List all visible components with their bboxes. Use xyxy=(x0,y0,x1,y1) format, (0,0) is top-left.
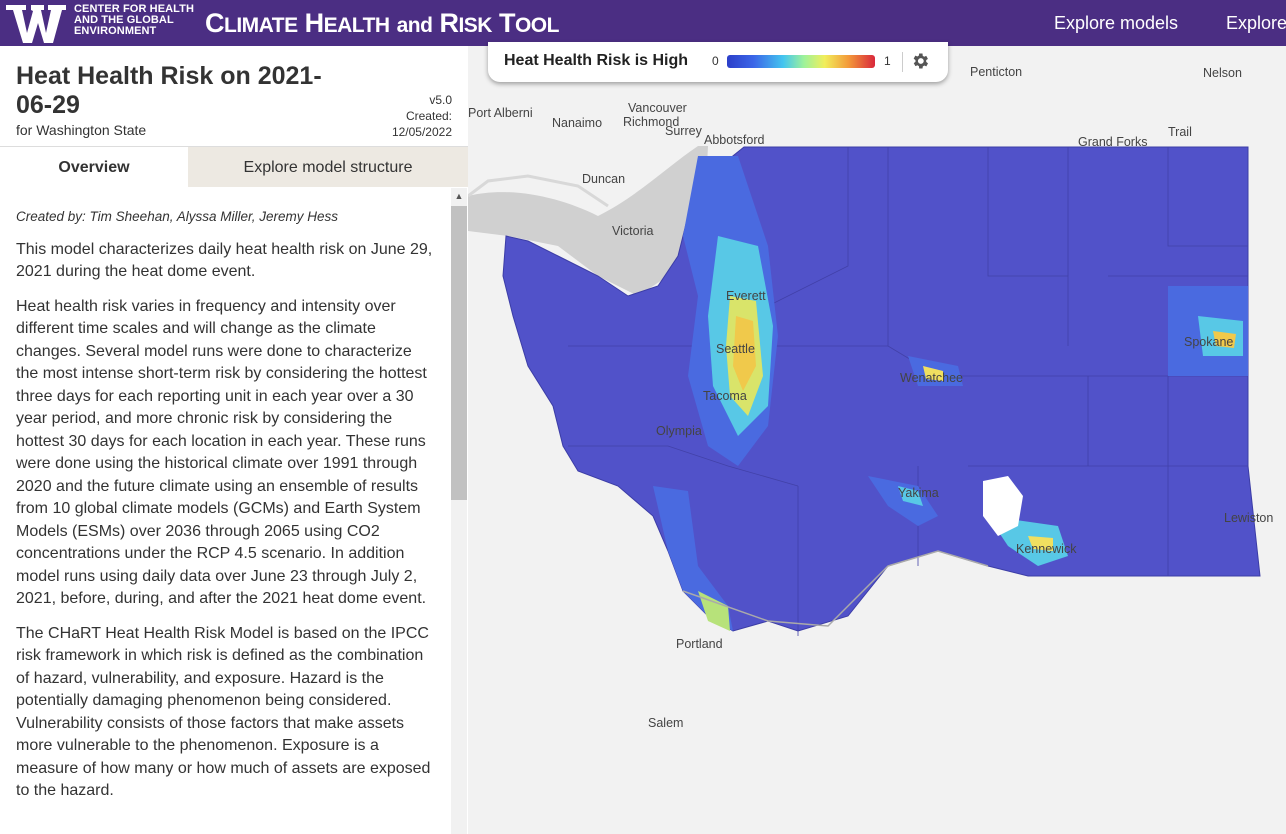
top-bar: CENTER FOR HEALTH AND THE GLOBAL ENVIRON… xyxy=(0,0,1286,46)
org-line-3: ENVIRONMENT xyxy=(74,25,157,37)
nav-explore-models[interactable]: Explore models xyxy=(1054,12,1178,34)
org-name: CENTER FOR HEALTH AND THE GLOBAL ENVIRON… xyxy=(74,4,194,37)
nav-explore[interactable]: Explore xyxy=(1226,12,1286,34)
description-panel: Heat Health Risk on 2021-06-29 v5.0 Crea… xyxy=(0,46,468,834)
city-label: Surrey xyxy=(665,124,702,138)
city-label: Victoria xyxy=(612,224,654,238)
city-label: Kennewick xyxy=(1016,542,1077,556)
panel-tabs: Overview Explore model structure xyxy=(0,146,468,187)
city-label: Portland xyxy=(676,637,723,651)
legend-min: 0 xyxy=(712,54,719,68)
legend-divider xyxy=(902,52,903,72)
paragraph-intro: This model characterizes daily heat heal… xyxy=(16,240,433,281)
city-label: Seattle xyxy=(716,342,755,356)
model-meta: v5.0 Created: 12/05/2022 xyxy=(392,92,452,140)
city-label: Everett xyxy=(726,289,766,303)
city-label: Vancouver xyxy=(628,101,687,115)
city-label: Lewiston xyxy=(1224,511,1274,525)
uw-logo[interactable] xyxy=(6,3,68,45)
city-label: Olympia xyxy=(656,424,702,438)
city-label: Abbotsford xyxy=(704,133,765,147)
tab-overview[interactable]: Overview xyxy=(0,147,188,187)
city-label: Nanaimo xyxy=(552,116,603,130)
map-canvas[interactable] xyxy=(468,46,1286,834)
city-label: Nelson xyxy=(1203,66,1242,80)
city-label: Tacoma xyxy=(703,389,747,403)
paragraph-framework: The CHaRT Heat Health Risk Model is base… xyxy=(16,624,431,800)
city-label: Port Alberni xyxy=(468,106,533,120)
legend-title: Heat Health Risk is High xyxy=(504,52,689,69)
city-label: Wenatchee xyxy=(900,371,964,385)
risk-legend: Heat Health Risk is High 0 1 xyxy=(488,42,948,82)
city-label: Trail xyxy=(1168,125,1192,139)
page-title: Heat Health Risk on 2021-06-29 xyxy=(16,62,322,119)
scroll-up-arrow-icon[interactable]: ▲ xyxy=(451,188,467,204)
version-label: v5.0 xyxy=(429,93,452,107)
paragraph-methods: Heat health risk varies in frequency and… xyxy=(16,297,427,608)
page-subtitle: for Washington State xyxy=(16,122,147,138)
gear-icon[interactable] xyxy=(910,51,930,71)
city-label: Spokane xyxy=(1184,335,1234,349)
scrollbar-thumb[interactable] xyxy=(451,206,467,500)
city-label: Yakima xyxy=(898,486,939,500)
legend-color-ramp xyxy=(727,55,875,68)
city-label: Duncan xyxy=(582,172,626,186)
created-date: 12/05/2022 xyxy=(391,125,452,139)
created-label: Created: xyxy=(405,109,452,123)
city-label: Penticton xyxy=(970,65,1023,79)
city-label: Grand Forks xyxy=(1078,135,1148,149)
city-label: Salem xyxy=(648,716,684,730)
overview-content: Created by: Tim Sheehan, Alyssa Miller, … xyxy=(16,206,434,815)
credit-line: Created by: Tim Sheehan, Alyssa Miller, … xyxy=(16,209,338,224)
risk-map[interactable]: Penticton Nelson Port Alberni Vancouver … xyxy=(468,46,1286,834)
legend-max: 1 xyxy=(884,54,891,68)
app-title[interactable]: CLIMATE HEALTH and RISK TOOL xyxy=(205,6,559,43)
tab-explore-model-structure[interactable]: Explore model structure xyxy=(188,147,468,187)
